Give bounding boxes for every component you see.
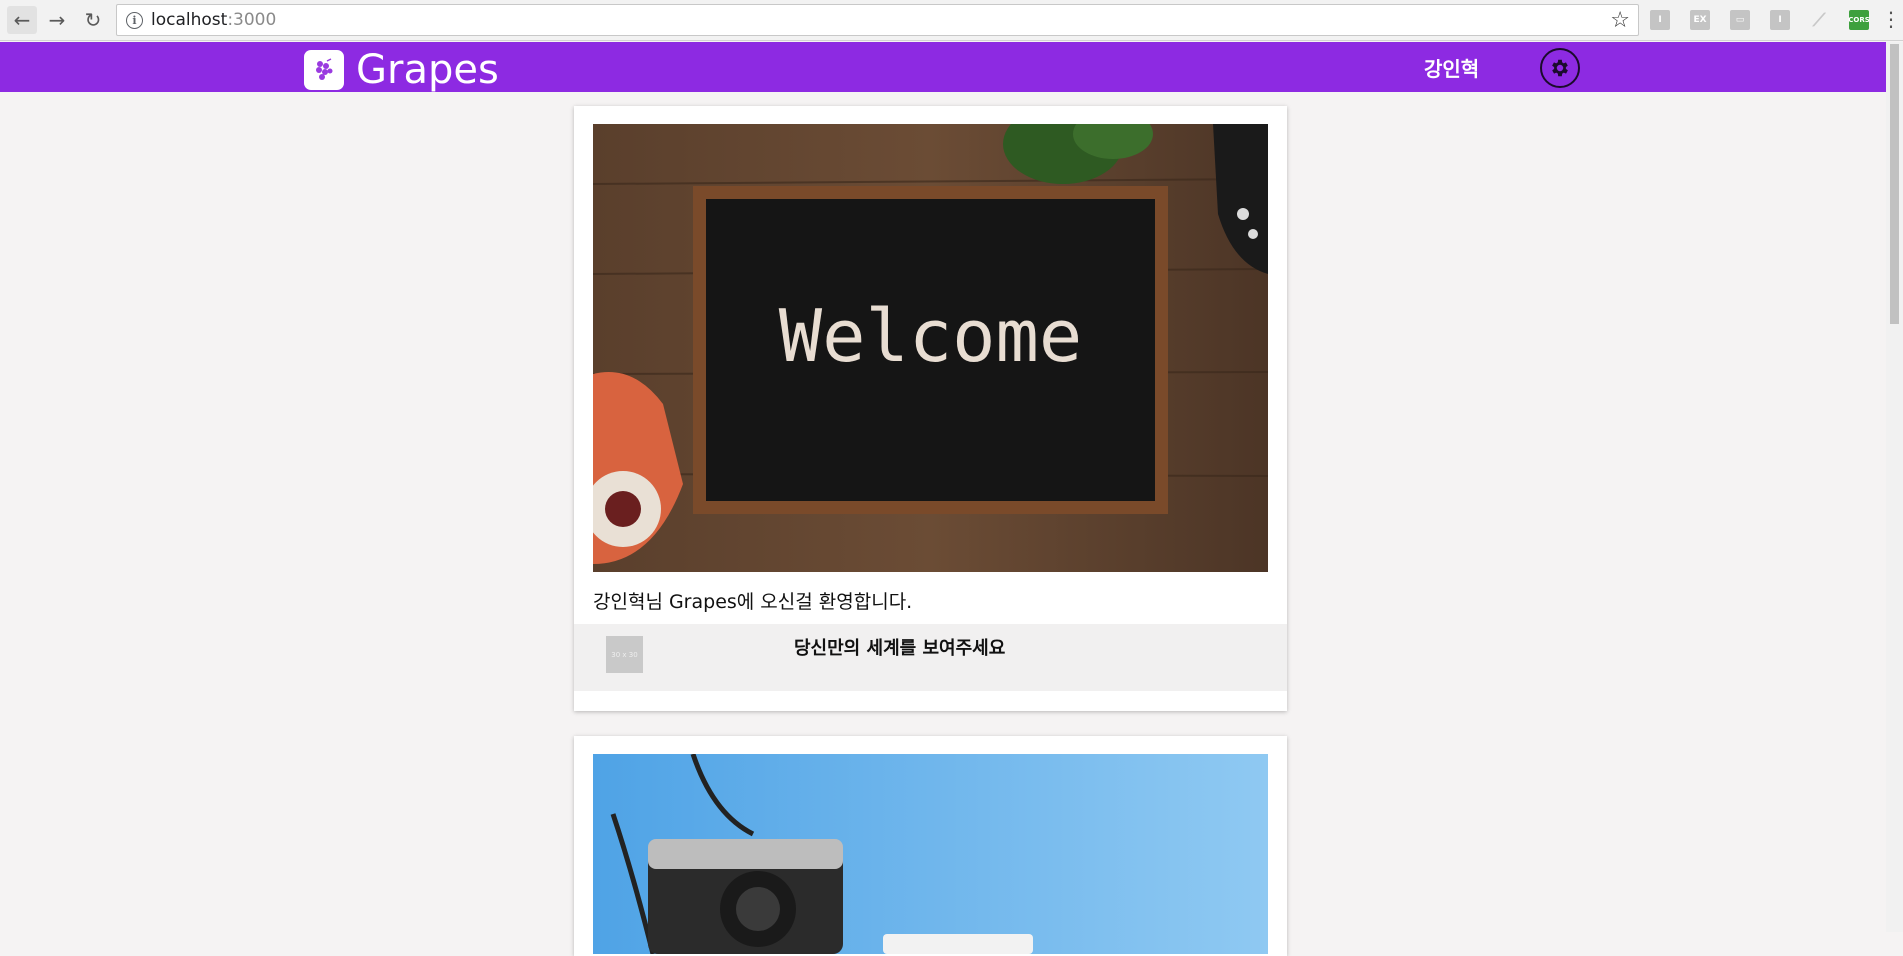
- scrollbar-thumb[interactable]: [1890, 44, 1899, 324]
- reload-icon[interactable]: ↻: [78, 6, 108, 34]
- url-text[interactable]: localhost:3000: [151, 10, 276, 30]
- address-bar[interactable]: i localhost:3000 ☆: [116, 4, 1639, 36]
- extension-icon[interactable]: ⟋: [1809, 10, 1829, 31]
- extension-icon[interactable]: ▭: [1730, 10, 1750, 30]
- placeholder-thumbnail: 30 x 30: [606, 636, 643, 673]
- post-card: [574, 736, 1287, 956]
- welcome-card: Welcome 강인혁님 Grapes에 오신걸 환영합니다. 30 x 30 …: [574, 106, 1287, 711]
- brand-name[interactable]: Grapes: [356, 50, 499, 90]
- extension-icon[interactable]: I: [1770, 10, 1790, 30]
- site-info-icon[interactable]: i: [126, 11, 143, 29]
- extension-icon[interactable]: EX: [1690, 10, 1710, 30]
- forward-arrow-icon[interactable]: →: [42, 6, 72, 34]
- welcome-caption: 강인혁님 Grapes에 오신걸 환영합니다.: [593, 591, 913, 613]
- browser-toolbar: ← → ↻ i localhost:3000 ☆ I EX ▭ I ⟋ CORS…: [0, 0, 1903, 41]
- settings-button[interactable]: [1540, 48, 1580, 88]
- back-arrow-icon[interactable]: ←: [7, 6, 37, 34]
- welcome-sign-text: Welcome: [778, 294, 1083, 378]
- cors-extension-icon[interactable]: CORS: [1848, 10, 1870, 30]
- extension-icon[interactable]: I: [1650, 10, 1670, 30]
- page-scrollbar[interactable]: [1886, 42, 1903, 932]
- gear-icon: [1552, 59, 1568, 77]
- camera-image: [593, 754, 1268, 954]
- grapes-logo-icon[interactable]: [304, 50, 344, 90]
- card-footer: 30 x 30 당신만의 세계를 보여주세요: [574, 624, 1287, 691]
- footer-prompt[interactable]: 당신만의 세계를 보여주세요: [794, 634, 1005, 660]
- browser-menu-icon[interactable]: ⋮: [1881, 9, 1901, 29]
- user-name[interactable]: 강인혁: [1424, 53, 1479, 82]
- app-header: Grapes 강인혁: [0, 42, 1903, 92]
- welcome-image: Welcome: [593, 124, 1268, 572]
- bookmark-star-icon[interactable]: ☆: [1610, 8, 1630, 33]
